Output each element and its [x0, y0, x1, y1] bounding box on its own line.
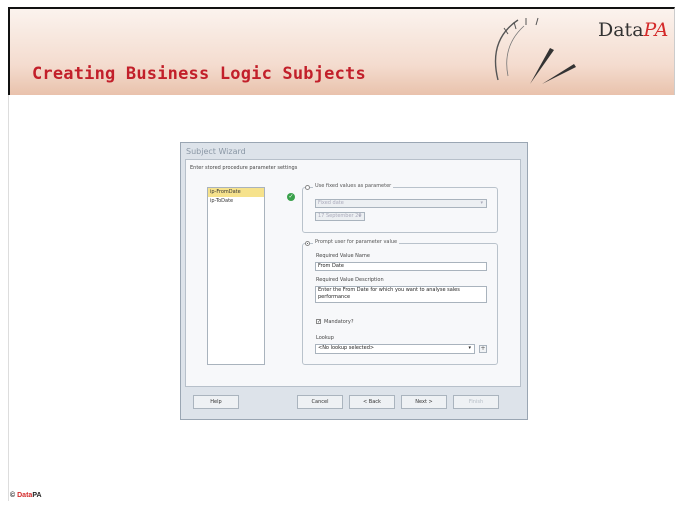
- lookup-label: Lookup: [316, 335, 334, 341]
- wizard-instruction: Enter stored procedure parameter setting…: [190, 165, 298, 171]
- add-lookup-button[interactable]: +: [479, 345, 487, 353]
- required-value-name-label: Required Value Name: [316, 253, 370, 259]
- footer-brand-pa: PA: [32, 492, 42, 499]
- footer-brand-data: Data: [17, 492, 33, 499]
- required-value-description-label: Required Value Description: [316, 277, 384, 283]
- fixed-values-label: Use fixed values as parameter: [313, 183, 394, 189]
- fixed-type-value: Fixed date: [318, 200, 344, 206]
- chevron-down-icon: ▾: [480, 200, 483, 206]
- help-button[interactable]: Help: [193, 395, 239, 409]
- datapa-logo: DataPA: [598, 19, 668, 41]
- parameter-item-todate[interactable]: ip-ToDate: [208, 197, 264, 206]
- lookup-select[interactable]: <No lookup selected> ▾: [315, 344, 475, 354]
- copyright-footer: © DataPA: [10, 492, 42, 499]
- wizard-title: Subject Wizard: [186, 147, 246, 156]
- next-button[interactable]: Next >: [401, 395, 447, 409]
- required-value-name-input[interactable]: From Date: [315, 262, 487, 271]
- chevron-down-icon: ▾: [468, 345, 471, 351]
- gauge-logo-icon: [494, 17, 576, 84]
- slide: DataPA Creating Business Logic Subjects …: [0, 0, 677, 509]
- back-button[interactable]: < Back: [349, 395, 395, 409]
- prompt-user-radio[interactable]: [305, 241, 310, 246]
- fixed-date-value: 17 September 20: [318, 213, 362, 219]
- copyright-symbol: ©: [10, 492, 16, 499]
- plus-icon: +: [480, 345, 486, 352]
- finish-button[interactable]: Finish: [453, 395, 499, 409]
- subject-wizard-dialog: Subject Wizard Enter stored procedure pa…: [180, 142, 528, 420]
- chevron-down-icon: ▾: [358, 213, 361, 219]
- logo-pa-text: PA: [643, 19, 669, 41]
- prompt-user-label: Prompt user for parameter value: [313, 239, 400, 245]
- cancel-button[interactable]: Cancel: [297, 395, 343, 409]
- check-ok-icon: ✓: [287, 193, 295, 201]
- fixed-values-group: [302, 187, 498, 233]
- required-value-description-input[interactable]: Enter the From Date for which you want t…: [315, 286, 487, 303]
- mandatory-label: Mandatory?: [324, 319, 354, 325]
- lookup-value: <No lookup selected>: [318, 345, 375, 351]
- fixed-type-select[interactable]: Fixed date ▾: [315, 199, 487, 208]
- slide-title: Creating Business Logic Subjects: [32, 64, 366, 84]
- parameter-list[interactable]: ip-FromDate ip-ToDate: [207, 187, 265, 365]
- logo-data-text: Data: [598, 19, 644, 41]
- fixed-date-picker[interactable]: 17 September 20 ▾: [315, 212, 365, 221]
- mandatory-checkbox[interactable]: ✓: [316, 319, 321, 325]
- fixed-values-radio[interactable]: [305, 185, 310, 190]
- parameter-item-fromdate[interactable]: ip-FromDate: [208, 188, 264, 197]
